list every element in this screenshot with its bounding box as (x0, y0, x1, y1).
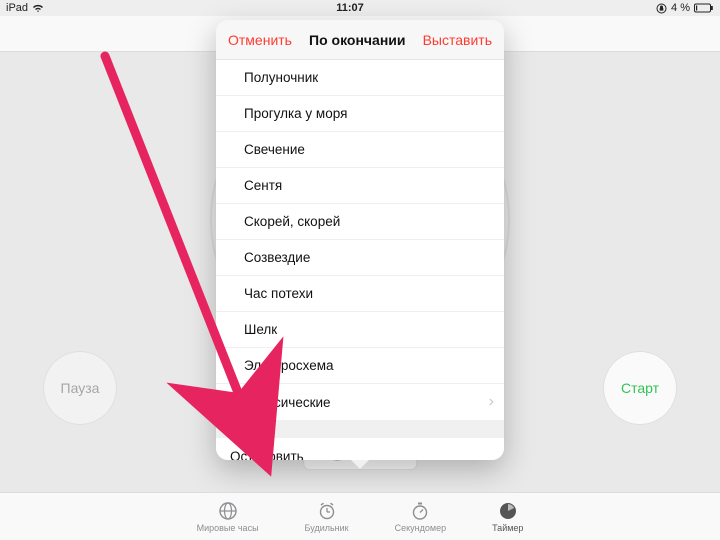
popover-header: Отменить По окончании Выставить (216, 20, 504, 60)
list-item-label: Полуночник (244, 70, 318, 85)
list-item[interactable]: Прогулка у моря (216, 96, 504, 132)
battery-icon (694, 3, 714, 13)
list-item[interactable]: Электросхема (216, 348, 504, 384)
sound-picker-popover: Отменить По окончании Выставить Полуночн… (216, 20, 504, 460)
list-item-label: Свечение (244, 142, 305, 157)
tab-label: Будильник (305, 523, 349, 533)
tab-label: Секундомер (395, 523, 446, 533)
list-item[interactable]: Созвездие (216, 240, 504, 276)
list-item-label: Скорей, скорей (244, 214, 340, 229)
list-item-label: Сентя (244, 178, 282, 193)
stop-playing-row[interactable]: Остановить (216, 438, 504, 460)
tab-label: Мировые часы (197, 523, 259, 533)
status-bar: iPad 11:07 4 % (0, 0, 720, 16)
list-item[interactable]: Шелк (216, 312, 504, 348)
list-item[interactable]: Сентя (216, 168, 504, 204)
section-gap (216, 420, 504, 438)
sound-list[interactable]: Полуночник Прогулка у моря Свечение Сент… (216, 60, 504, 420)
set-button[interactable]: Выставить (423, 32, 492, 48)
list-item-label: Классические (244, 395, 331, 410)
carrier-label: iPad (6, 2, 28, 14)
stopwatch-icon (410, 501, 430, 521)
list-item[interactable]: Полуночник (216, 60, 504, 96)
list-item-label: Прогулка у моря (244, 106, 347, 121)
tab-alarm[interactable]: Будильник (305, 501, 349, 533)
alarm-icon (317, 501, 337, 521)
status-time: 11:07 (44, 2, 656, 14)
wifi-icon (32, 3, 44, 13)
list-item-label: Шелк (244, 322, 277, 337)
chevron-right-icon: › (489, 393, 494, 411)
battery-text: 4 % (671, 2, 690, 14)
cancel-button[interactable]: Отменить (228, 32, 292, 48)
orientation-lock-icon (656, 3, 667, 14)
list-item[interactable]: Скорей, скорей (216, 204, 504, 240)
list-item-classic[interactable]: Классические › (216, 384, 504, 420)
list-item[interactable]: Час потехи (216, 276, 504, 312)
popover-body: Полуночник Прогулка у моря Свечение Сент… (216, 60, 504, 460)
globe-icon (218, 501, 238, 521)
tab-label: Таймер (492, 523, 523, 533)
tab-timer[interactable]: Таймер (492, 501, 523, 533)
popover-title: По окончании (309, 32, 405, 48)
list-item-label: Созвездие (244, 250, 310, 265)
stop-playing-label: Остановить (230, 449, 304, 461)
list-item-label: Электросхема (244, 358, 334, 373)
list-item-label: Час потехи (244, 286, 313, 301)
list-item[interactable]: Свечение (216, 132, 504, 168)
tab-bar: Мировые часы Будильник Секундомер Таймер (0, 492, 720, 540)
tab-world-clock[interactable]: Мировые часы (197, 501, 259, 533)
timer-icon (498, 501, 518, 521)
tab-stopwatch[interactable]: Секундомер (395, 501, 446, 533)
